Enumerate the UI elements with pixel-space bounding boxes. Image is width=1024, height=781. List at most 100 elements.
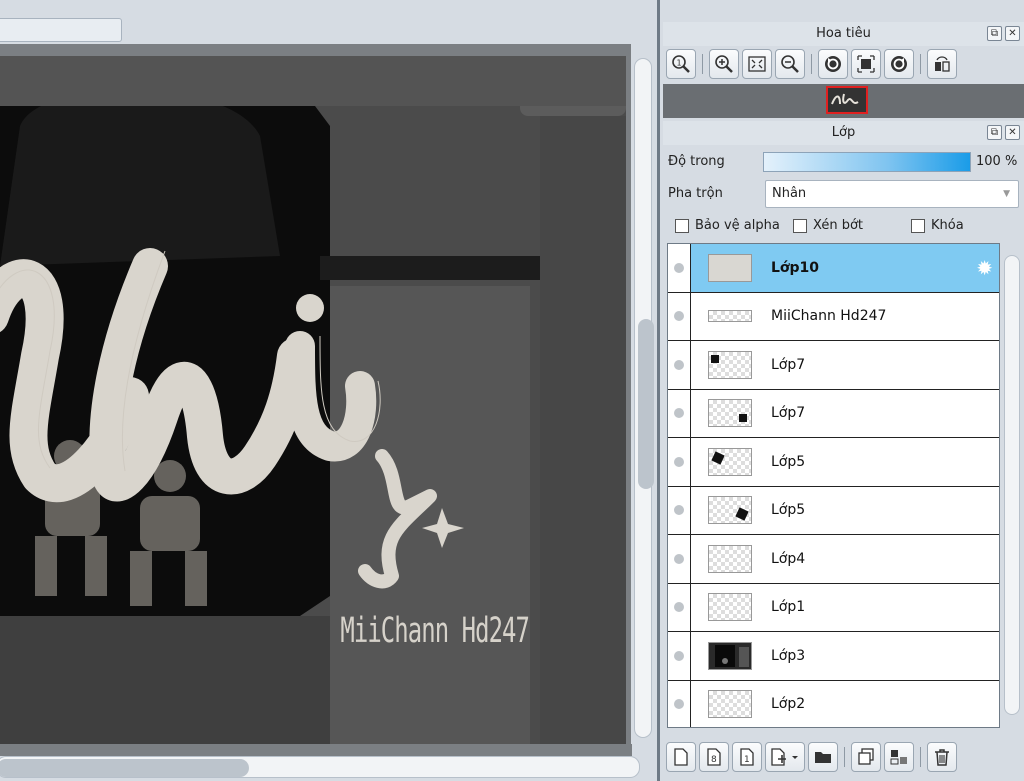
reset-rotation-icon (857, 55, 875, 73)
layer-row[interactable]: Lớp1 (668, 583, 999, 632)
zoom-fit-button[interactable]: 1 (666, 49, 696, 79)
panel-close-icon[interactable]: ✕ (1005, 26, 1020, 41)
canvas-artwork: MiiChann Hd247 (0, 56, 626, 744)
new-8bit-layer-icon: 8 (707, 748, 721, 766)
layer-thumbnail (708, 641, 752, 670)
new-8bit-layer-button[interactable]: 8 (699, 742, 729, 772)
drawing-canvas[interactable]: MiiChann Hd247 (0, 56, 626, 744)
layer-scroll-track[interactable] (1004, 255, 1020, 715)
vertical-scroll-thumb[interactable] (638, 319, 654, 489)
layer-row[interactable]: Lớp7 (668, 389, 999, 438)
clipping-label: Xén bớt (813, 218, 863, 233)
visibility-toggle[interactable] (668, 583, 691, 631)
thumbnail-mark (711, 451, 725, 465)
checkbox-box[interactable] (793, 218, 807, 233)
eye-icon (674, 650, 684, 661)
panel-popout-icon[interactable]: ⧉ (987, 125, 1002, 140)
layer-thumbnail (708, 447, 752, 476)
navigator-viewport-thumbnail[interactable] (826, 86, 868, 114)
eye-icon (674, 311, 684, 322)
delete-layer-button[interactable] (927, 742, 957, 772)
svg-text:1: 1 (677, 59, 682, 68)
thumbnail-mark (735, 507, 749, 521)
panel-close-icon[interactable]: ✕ (1005, 125, 1020, 140)
new-layer-button[interactable] (666, 742, 696, 772)
layer-list-scrollbar[interactable] (1002, 243, 1022, 728)
layer-row[interactable]: Lớp2 (668, 680, 999, 727)
layer-name: Lớp3 (771, 647, 806, 664)
fit-screen-button[interactable] (742, 49, 772, 79)
duplicate-layer-button[interactable] (851, 742, 881, 772)
eye-icon (674, 408, 684, 419)
protect-alpha-checkbox[interactable]: Bảo vệ alpha (675, 218, 780, 233)
checkbox-box[interactable] (675, 218, 689, 233)
new-folder-button[interactable] (808, 742, 838, 772)
reset-rotation-button[interactable] (851, 49, 881, 79)
blend-mode-value: Nhân (772, 186, 807, 201)
layer-row[interactable]: Lớp7 (668, 341, 999, 390)
new-1bit-layer-icon: 1 (740, 748, 754, 766)
checkbox-box[interactable] (911, 218, 925, 233)
thumbnail-mark (739, 414, 747, 423)
visibility-toggle[interactable] (668, 486, 691, 534)
visibility-toggle[interactable] (668, 535, 691, 583)
protect-alpha-label: Bảo vệ alpha (695, 218, 780, 233)
layer-thumbnail (708, 496, 752, 525)
blend-mode-select[interactable]: Nhân ▼ (765, 180, 1019, 208)
visibility-toggle[interactable] (668, 292, 691, 340)
opacity-slider[interactable] (763, 152, 971, 172)
panel-popout-icon[interactable]: ⧉ (987, 26, 1002, 41)
layer-name: Lớp10 (771, 259, 820, 276)
layer-name: Lớp5 (771, 502, 806, 519)
eye-icon (674, 262, 684, 273)
layer-row[interactable]: Lớp10 ✹ (668, 244, 999, 293)
visibility-toggle[interactable] (668, 438, 691, 486)
horizontal-scroll-track[interactable] (0, 756, 640, 778)
delete-layer-icon (935, 749, 949, 766)
layer-row[interactable]: Lớp4 (668, 535, 999, 584)
layer-row[interactable]: Lớp5 (668, 486, 999, 535)
canvas-vertical-scrollbar[interactable] (631, 44, 656, 744)
lock-checkbox[interactable]: Khóa (911, 218, 964, 233)
visibility-toggle[interactable] (668, 632, 691, 680)
layer-thumbnail (708, 399, 752, 428)
eye-icon (674, 602, 684, 613)
visibility-toggle[interactable] (668, 680, 691, 727)
visibility-toggle[interactable] (668, 389, 691, 437)
gear-icon[interactable]: ✹ (976, 256, 993, 280)
fit-screen-icon (748, 56, 766, 72)
lock-label: Khóa (931, 218, 964, 233)
merge-down-icon (890, 750, 907, 765)
visibility-toggle[interactable] (668, 244, 691, 292)
layer-title: Lớp (831, 125, 856, 140)
layer-row[interactable]: Lớp5 (668, 438, 999, 487)
vertical-scroll-track[interactable] (634, 58, 654, 738)
new-layer-icon (674, 748, 688, 766)
layer-row[interactable]: Lớp3 (668, 632, 999, 681)
toolbar-separator (920, 747, 921, 767)
toolbar-separator (920, 54, 921, 74)
rotate-right-button[interactable] (884, 49, 914, 79)
canvas-horizontal-scrollbar[interactable] (0, 756, 640, 781)
duplicate-layer-icon (858, 748, 874, 765)
visibility-toggle[interactable] (668, 341, 691, 389)
zoom-out-button[interactable] (775, 49, 805, 79)
canvas-tab-field[interactable] (0, 18, 122, 42)
layer-name: Lớp4 (771, 550, 806, 567)
zoom-in-button[interactable] (709, 49, 739, 79)
eye-icon (674, 699, 684, 710)
new-1bit-layer-button[interactable]: 1 (732, 742, 762, 772)
navigator-thumbnail-image (828, 88, 866, 112)
toolbar-separator (702, 54, 703, 74)
navigator-title: Hoa tiêu (816, 26, 871, 41)
blend-mode-label: Pha trộn (668, 186, 723, 201)
rotate-left-button[interactable] (818, 49, 848, 79)
merge-down-button[interactable] (884, 742, 914, 772)
clipping-checkbox[interactable]: Xén bớt (793, 218, 863, 233)
flip-horizontal-button[interactable] (927, 49, 957, 79)
right-dock: Hoa tiêu ⧉ ✕ 1 Lớp ⧉ ✕ Độ trong 100 % Ph… (657, 0, 1024, 781)
zoom-fit-icon: 1 (672, 55, 690, 73)
add-layer-menu-button[interactable] (765, 742, 805, 772)
horizontal-scroll-thumb[interactable] (0, 759, 249, 777)
layer-row[interactable]: MiiChann Hd247 (668, 292, 999, 341)
